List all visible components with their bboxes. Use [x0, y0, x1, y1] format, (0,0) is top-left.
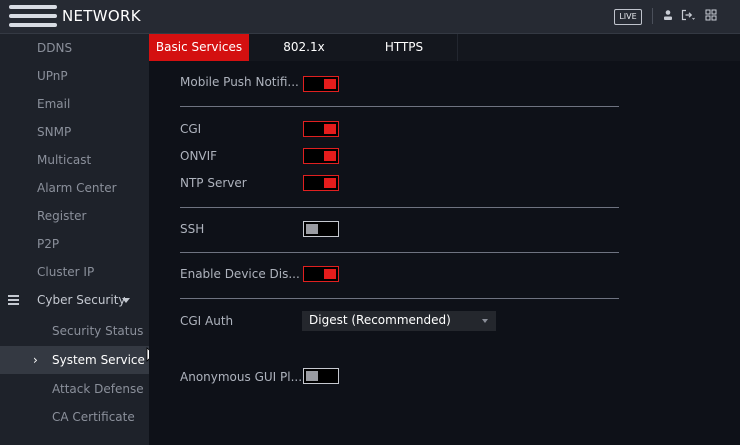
sidebar-item-label: Register: [37, 209, 87, 223]
sidebar: DDNS UPnP Email SNMP Multicast Alarm Cen…: [0, 34, 149, 445]
sidebar-item-multicast[interactable]: Multicast: [0, 146, 149, 174]
tab-divider: [457, 34, 458, 61]
tab-https[interactable]: HTTPS: [359, 34, 449, 61]
cgi-auth-label: CGI Auth: [180, 314, 234, 328]
toggle-knob: [324, 124, 336, 134]
caret-down-icon: [122, 298, 130, 303]
cgi-auth-select[interactable]: Digest (Recommended): [302, 311, 496, 331]
toggle-knob: [306, 224, 318, 234]
device-discovery-toggle[interactable]: [303, 266, 339, 282]
sidebar-item-upnp[interactable]: UPnP: [0, 62, 149, 90]
page-title: NETWORK: [62, 7, 141, 25]
tab-bar: Basic Services 802.1x HTTPS: [149, 34, 740, 61]
sidebar-item-system-service[interactable]: › System Service: [0, 346, 149, 374]
onvif-toggle[interactable]: [303, 148, 339, 164]
toggle-knob: [324, 151, 336, 161]
ssh-toggle[interactable]: [303, 221, 339, 237]
title-bar: NETWORK LIVE: [0, 0, 740, 34]
logout-icon[interactable]: [681, 9, 695, 23]
toggle-knob: [324, 178, 336, 188]
anonymous-gui-toggle[interactable]: [303, 368, 339, 384]
user-icon[interactable]: [661, 9, 675, 23]
toolbar-divider: [652, 8, 653, 24]
sidebar-item-label: Cyber Security: [37, 293, 126, 307]
sidebar-item-attack-defense[interactable]: Attack Defense: [0, 375, 149, 403]
toggle-knob: [324, 79, 336, 89]
sidebar-item-label: Multicast: [37, 153, 92, 167]
mobile-push-label: Mobile Push Notifi...: [180, 75, 299, 89]
app-window: NETWORK LIVE DDNS UPnP Email SNMP Multic…: [0, 0, 740, 445]
logo-icon: [9, 5, 57, 27]
sidebar-item-security-status[interactable]: Security Status: [0, 317, 149, 345]
live-button[interactable]: LIVE: [614, 9, 642, 25]
sidebar-item-ca-certificate[interactable]: CA Certificate: [0, 403, 149, 431]
sidebar-item-label: Attack Defense: [52, 382, 144, 396]
sidebar-item-cluster-ip[interactable]: Cluster IP: [0, 258, 149, 286]
sidebar-item-alarm-center[interactable]: Alarm Center: [0, 174, 149, 202]
sidebar-item-ddns[interactable]: DDNS: [0, 34, 149, 62]
sidebar-item-label: CA Certificate: [52, 410, 135, 424]
tab-basic-services[interactable]: Basic Services: [149, 34, 249, 61]
sidebar-item-label: P2P: [37, 237, 60, 251]
toggle-knob: [324, 269, 336, 279]
toggle-knob: [306, 371, 318, 381]
list-icon: [8, 295, 19, 305]
sidebar-item-label: System Service: [52, 353, 145, 367]
sidebar-item-p2p[interactable]: P2P: [0, 230, 149, 258]
section-divider: [180, 252, 619, 253]
ssh-label: SSH: [180, 222, 205, 236]
cgi-label: CGI: [180, 122, 202, 136]
sidebar-item-label: Email: [37, 97, 71, 111]
section-divider: [180, 207, 619, 208]
sidebar-item-label: DDNS: [37, 41, 73, 55]
section-divider: [180, 106, 619, 107]
sidebar-item-label: Alarm Center: [37, 181, 117, 195]
sidebar-item-label: UPnP: [37, 69, 68, 83]
dropdown-arrow-icon: [482, 319, 488, 323]
onvif-label: ONVIF: [180, 149, 218, 163]
mobile-push-toggle[interactable]: [303, 76, 339, 92]
sidebar-item-snmp[interactable]: SNMP: [0, 118, 149, 146]
tab-802-1x[interactable]: 802.1x: [259, 34, 349, 61]
main-panel: Basic Services 802.1x HTTPS Mobile Push …: [149, 34, 740, 445]
grid-icon[interactable]: [704, 9, 718, 23]
sidebar-item-email[interactable]: Email: [0, 90, 149, 118]
section-divider: [180, 298, 619, 299]
device-discovery-label: Enable Device Dis...: [180, 267, 300, 281]
sidebar-item-label: Cluster IP: [37, 265, 95, 279]
sidebar-item-register[interactable]: Register: [0, 202, 149, 230]
sidebar-item-cyber-security[interactable]: Cyber Security: [0, 286, 149, 314]
sidebar-item-label: SNMP: [37, 125, 72, 139]
anonymous-gui-label: Anonymous GUI Pl...: [180, 370, 303, 384]
ntp-server-toggle[interactable]: [303, 175, 339, 191]
cgi-auth-value: Digest (Recommended): [309, 313, 451, 327]
ntp-server-label: NTP Server: [180, 176, 247, 190]
cgi-toggle[interactable]: [303, 121, 339, 137]
sidebar-item-label: Security Status: [52, 324, 144, 338]
chevron-right-icon: ›: [33, 353, 38, 367]
